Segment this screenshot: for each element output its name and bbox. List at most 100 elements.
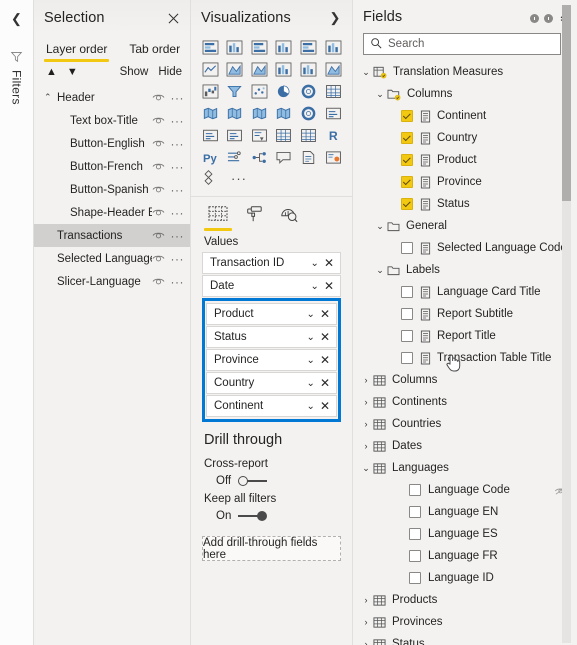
selection-item-button-english[interactable]: Button-English ··· <box>34 132 190 155</box>
field-well-status[interactable]: Status ⌄ ✕ <box>206 326 337 348</box>
selection-item-button-french[interactable]: Button-French ··· <box>34 155 190 178</box>
map-icon[interactable] <box>198 103 222 124</box>
checkbox-unchecked[interactable] <box>409 484 421 496</box>
selection-item-header[interactable]: ⌃ Header ··· <box>34 86 190 109</box>
drill-through-drop-zone[interactable]: Add drill-through fields here <box>202 536 341 561</box>
line-stacked-column-chart-icon[interactable] <box>272 59 296 80</box>
chevron-down-icon[interactable]: ⌄ <box>302 309 320 320</box>
field-tree-item-report-subtitle[interactable]: Report Subtitle <box>353 303 577 325</box>
chevron-down-icon[interactable]: ⌄ <box>306 258 324 269</box>
r-script-visual-icon[interactable]: R <box>321 125 345 146</box>
field-well-country[interactable]: Country ⌄ ✕ <box>206 372 337 394</box>
field-tree-item-language-id[interactable]: Language ID <box>353 567 577 589</box>
selection-item-button-spanish[interactable]: Button-Spanish ··· <box>34 178 190 201</box>
chevron-right-icon[interactable]: › <box>359 617 373 627</box>
checkbox-checked[interactable] <box>401 176 413 188</box>
scatter-chart-icon[interactable] <box>247 81 271 102</box>
cross-report-toggle[interactable] <box>238 475 268 487</box>
checkbox-unchecked[interactable] <box>409 550 421 562</box>
chevron-up-icon[interactable]: ⌃ <box>44 92 57 103</box>
eye-icon[interactable] <box>152 115 165 126</box>
field-tree-item-product[interactable]: Product <box>353 149 577 171</box>
kpi-icon[interactable] <box>223 125 247 146</box>
chevron-down-icon[interactable]: ⌄ <box>373 265 387 276</box>
more-options-icon[interactable]: ··· <box>171 138 185 150</box>
funnel-chart-icon[interactable] <box>223 81 247 102</box>
more-options-icon[interactable]: ··· <box>171 115 185 127</box>
filters-tab-label[interactable]: Filters <box>10 70 24 105</box>
tab-analytics[interactable] <box>279 205 299 230</box>
field-tree-item-status[interactable]: › Status <box>353 633 577 645</box>
field-well-product[interactable]: Product ⌄ ✕ <box>206 303 337 325</box>
field-tree-item-countries[interactable]: › Countries <box>353 413 577 435</box>
checkbox-unchecked[interactable] <box>409 506 421 518</box>
field-tree-item-language-fr[interactable]: Language FR <box>353 545 577 567</box>
checkbox-unchecked[interactable] <box>401 308 413 320</box>
q-and-a-icon[interactable] <box>272 147 296 168</box>
smart-narrative-icon[interactable] <box>297 147 321 168</box>
checkbox-unchecked[interactable] <box>401 352 413 364</box>
chevron-right-icon[interactable]: › <box>359 639 373 645</box>
field-tree-item-products[interactable]: › Products <box>353 589 577 611</box>
field-tree-item-languages[interactable]: ⌄ Languages <box>353 457 577 479</box>
collapse-pane-button[interactable]: ❮ <box>4 6 30 32</box>
python-visual-icon[interactable]: Py <box>198 147 222 168</box>
decomposition-tree-icon[interactable] <box>247 147 271 168</box>
fields-scrollbar-thumb[interactable] <box>562 5 571 201</box>
restore-down-icon[interactable] <box>530 14 539 23</box>
eye-icon[interactable] <box>152 253 165 264</box>
field-tree-item-language-card-title[interactable]: Language Card Title <box>353 281 577 303</box>
chevron-right-icon[interactable]: › <box>359 419 373 429</box>
selection-item-text-box-title[interactable]: Text box-Title ··· <box>34 109 190 132</box>
more-options-icon[interactable]: ··· <box>171 161 185 173</box>
chevron-down-icon[interactable]: ⌄ <box>302 332 320 343</box>
show-button[interactable]: Show <box>120 66 149 78</box>
more-options-icon[interactable]: ··· <box>171 92 185 104</box>
card-icon[interactable] <box>321 103 345 124</box>
field-tree-item-status[interactable]: Status <box>353 193 577 215</box>
clock-icon[interactable] <box>544 14 553 23</box>
chevron-down-icon[interactable]: ⌄ <box>359 463 373 474</box>
chevron-down-icon[interactable]: ⌄ <box>302 355 320 366</box>
chevron-down-icon[interactable]: ⌄ <box>373 221 387 232</box>
remove-field-icon[interactable]: ✕ <box>320 399 332 413</box>
field-well-transaction-id[interactable]: Transaction ID ⌄ ✕ <box>202 252 341 274</box>
tab-layer-order[interactable]: Layer order <box>44 38 110 62</box>
checkbox-checked[interactable] <box>401 132 413 144</box>
chevron-down-icon[interactable]: ⌄ <box>373 89 387 100</box>
field-tree-item-dates[interactable]: › Dates <box>353 435 577 457</box>
remove-field-icon[interactable]: ✕ <box>320 307 332 321</box>
100-stacked-bar-chart-icon[interactable] <box>297 37 321 58</box>
stacked-area-chart-icon[interactable] <box>247 59 271 80</box>
chevron-right-icon[interactable]: › <box>359 375 373 385</box>
line-clustered-column-chart-icon[interactable] <box>297 59 321 80</box>
area-chart-icon[interactable] <box>223 59 247 80</box>
checkbox-unchecked[interactable] <box>409 528 421 540</box>
tab-format-paint[interactable] <box>245 205 263 230</box>
selection-item-slicer-language[interactable]: Slicer-Language ··· <box>34 270 190 293</box>
field-tree-item-selected-language-code[interactable]: Selected Language Code <box>353 237 577 259</box>
ribbon-chart-icon[interactable] <box>321 59 345 80</box>
selection-item-selected-language-c[interactable]: Selected Language C... ··· <box>34 247 190 270</box>
field-tree-item-columns[interactable]: › Columns <box>353 369 577 391</box>
tab-tab-order[interactable]: Tab order <box>127 38 182 61</box>
checkbox-checked[interactable] <box>401 198 413 210</box>
more-options-icon[interactable]: ··· <box>171 253 185 265</box>
eye-icon[interactable] <box>152 92 165 103</box>
shape-map-icon[interactable] <box>247 103 271 124</box>
eye-icon[interactable] <box>152 161 165 172</box>
filled-map-icon[interactable] <box>223 103 247 124</box>
stacked-bar-chart-icon[interactable] <box>198 37 222 58</box>
line-chart-icon[interactable] <box>198 59 222 80</box>
remove-field-icon[interactable]: ✕ <box>320 376 332 390</box>
field-tree-item-columns[interactable]: ⌄ Columns <box>353 83 577 105</box>
treemap-icon[interactable] <box>321 81 345 102</box>
key-influencers-icon[interactable] <box>223 147 247 168</box>
field-tree-item-continents[interactable]: › Continents <box>353 391 577 413</box>
stacked-column-chart-icon[interactable] <box>223 37 247 58</box>
clustered-column-chart-icon[interactable] <box>272 37 296 58</box>
selection-item-shape-header-ba[interactable]: Shape-Header Ba... ··· <box>34 201 190 224</box>
chevron-down-icon[interactable]: ⌄ <box>359 67 373 78</box>
checkbox-checked[interactable] <box>401 110 413 122</box>
ellipsis-icon[interactable]: ··· <box>231 172 247 185</box>
